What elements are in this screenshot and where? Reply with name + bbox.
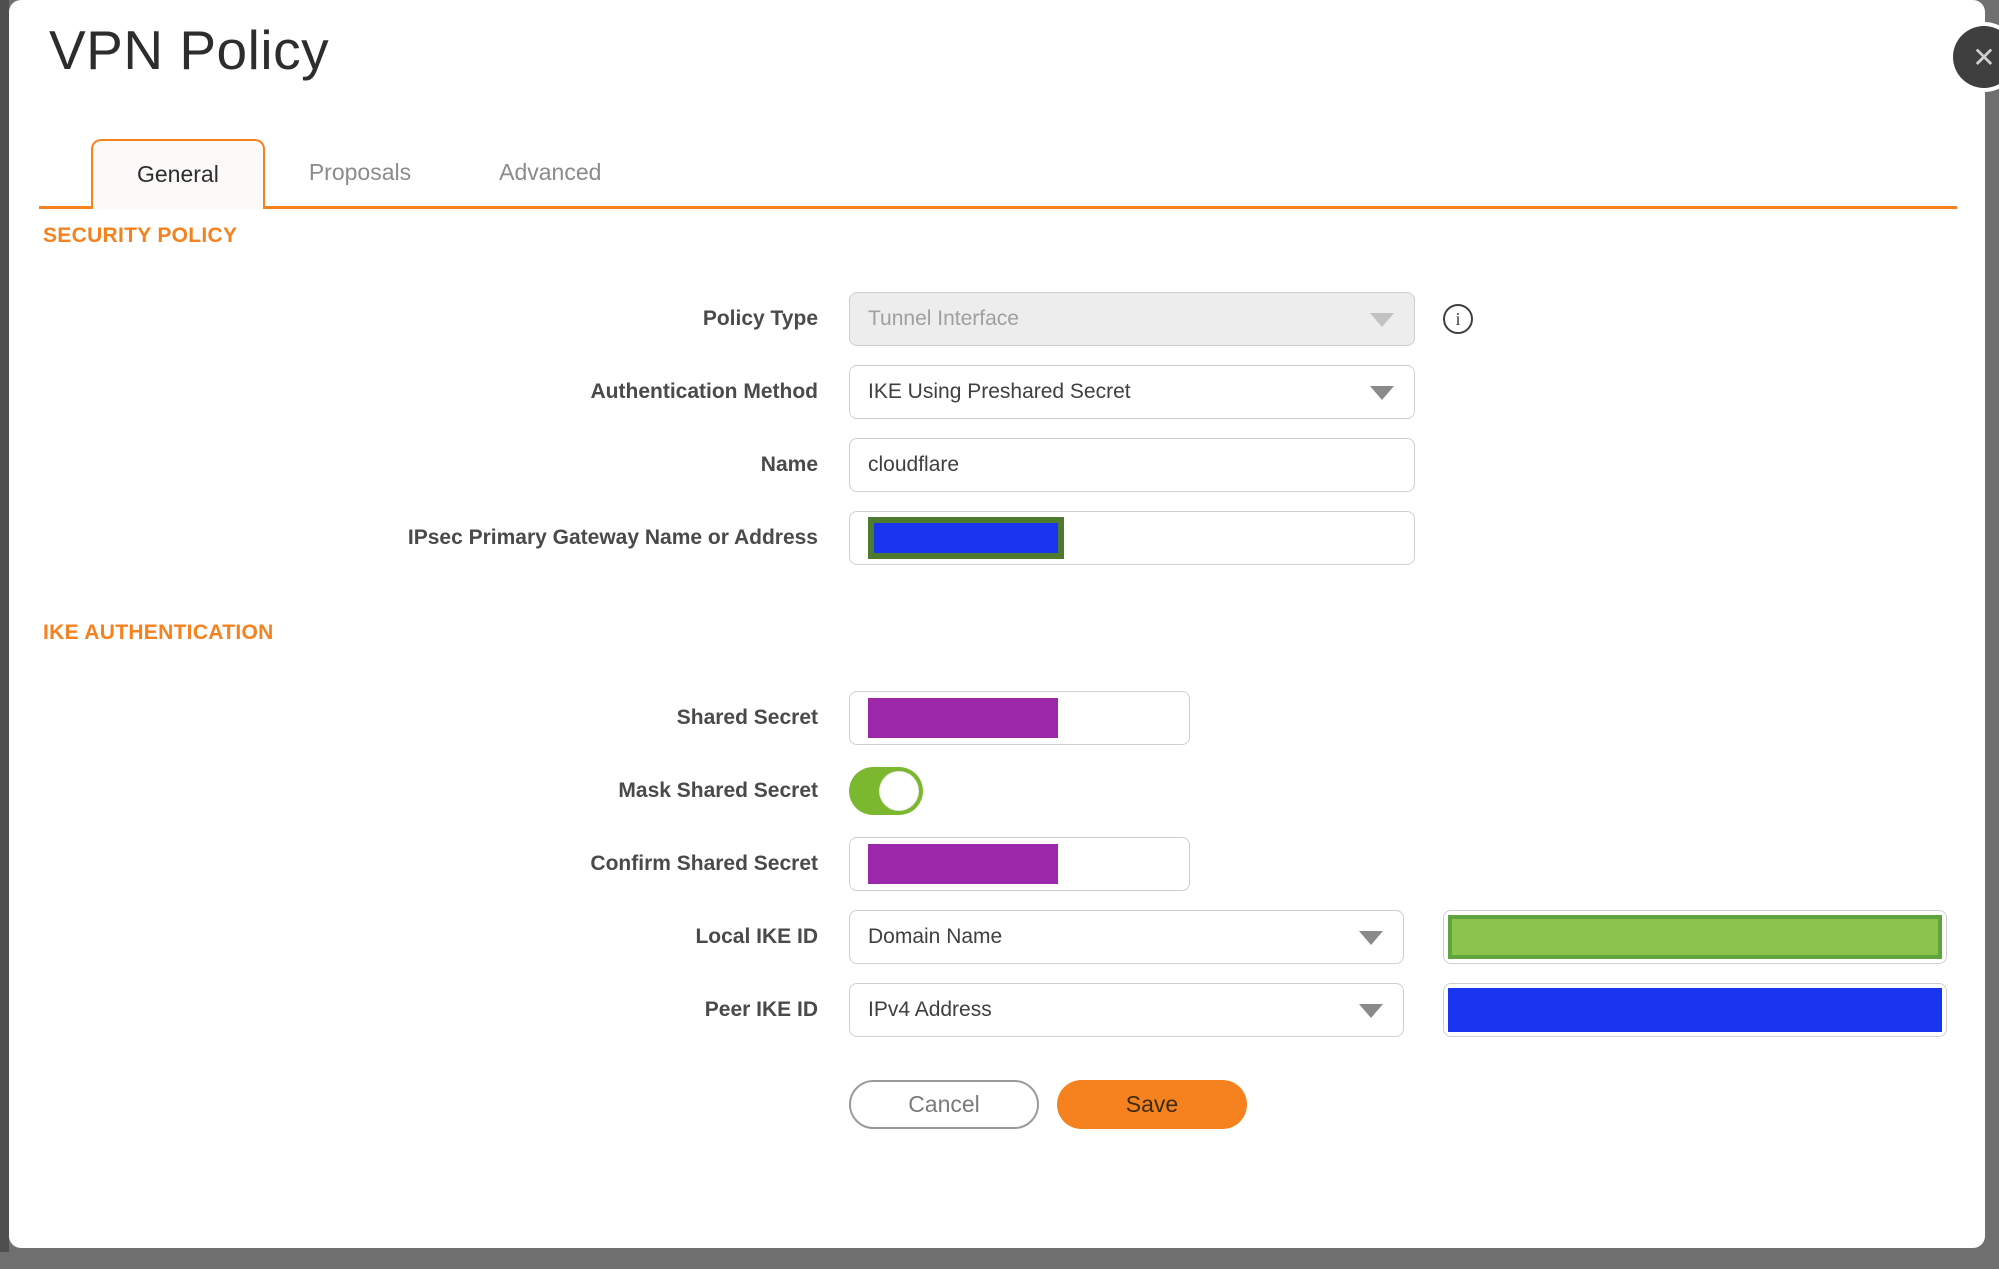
- chevron-down-icon: [1359, 931, 1383, 945]
- tab-proposals[interactable]: Proposals: [265, 139, 455, 209]
- confirm-shared-secret-label: Confirm Shared Secret: [590, 852, 818, 875]
- tab-content: SECURITY POLICY Policy Type Tunnel Inter…: [43, 224, 1953, 1129]
- authentication-method-label: Authentication Method: [590, 380, 818, 403]
- mask-shared-secret-row: Mask Shared Secret: [43, 764, 1953, 818]
- name-input[interactable]: cloudflare: [849, 438, 1415, 492]
- local-ike-id-select[interactable]: Domain Name: [849, 910, 1404, 964]
- local-ike-id-type: Domain Name: [868, 925, 1003, 948]
- peer-ike-id-row: Peer IKE ID IPv4 Address: [43, 983, 1953, 1037]
- gateway-input[interactable]: [849, 511, 1415, 565]
- authentication-method-value: IKE Using Preshared Secret: [868, 380, 1131, 403]
- confirm-shared-secret-redacted-value: [868, 844, 1058, 884]
- save-button[interactable]: Save: [1057, 1080, 1247, 1129]
- section-security-policy: SECURITY POLICY: [43, 224, 238, 247]
- policy-type-row: Policy Type Tunnel Interface i: [43, 292, 1953, 346]
- mask-shared-secret-toggle[interactable]: [849, 767, 923, 815]
- name-label: Name: [760, 453, 818, 476]
- name-value: cloudflare: [868, 453, 960, 476]
- peer-ike-id-redacted-value: [1448, 988, 1942, 1032]
- confirm-shared-secret-input[interactable]: [849, 837, 1190, 891]
- gateway-redacted-value: [868, 517, 1064, 559]
- page-title: VPN Policy: [49, 19, 330, 81]
- tab-general[interactable]: General: [91, 139, 265, 209]
- tab-bar: General Proposals Advanced: [91, 139, 645, 209]
- name-row: Name cloudflare: [43, 438, 1953, 492]
- info-icon[interactable]: i: [1443, 304, 1473, 334]
- local-ike-id-value-input[interactable]: [1443, 910, 1947, 964]
- cancel-button[interactable]: Cancel: [849, 1080, 1039, 1129]
- close-icon: ✕: [1972, 41, 1996, 73]
- gateway-label: IPsec Primary Gateway Name or Address: [407, 526, 818, 549]
- toggle-knob: [879, 771, 919, 811]
- peer-ike-id-type: IPv4 Address: [868, 998, 992, 1021]
- vpn-policy-dialog: VPN Policy ✕ General Proposals Advanced …: [9, 0, 1999, 1248]
- policy-type-select[interactable]: Tunnel Interface: [849, 292, 1415, 346]
- section-ike-authentication: IKE AUTHENTICATION: [43, 621, 274, 644]
- window-chrome-edge: [0, 0, 9, 1252]
- authentication-method-row: Authentication Method IKE Using Preshare…: [43, 365, 1953, 419]
- peer-ike-id-label: Peer IKE ID: [704, 998, 818, 1021]
- policy-type-label: Policy Type: [702, 307, 818, 330]
- peer-ike-id-select[interactable]: IPv4 Address: [849, 983, 1404, 1037]
- close-button[interactable]: ✕: [1953, 26, 1999, 88]
- chevron-down-icon: [1370, 386, 1394, 400]
- local-ike-id-row: Local IKE ID Domain Name: [43, 910, 1953, 964]
- confirm-shared-secret-row: Confirm Shared Secret: [43, 837, 1953, 891]
- gateway-row: IPsec Primary Gateway Name or Address: [43, 511, 1953, 565]
- policy-type-value: Tunnel Interface: [868, 307, 1019, 330]
- shared-secret-redacted-value: [868, 698, 1058, 738]
- authentication-method-select[interactable]: IKE Using Preshared Secret: [849, 365, 1415, 419]
- shared-secret-input[interactable]: [849, 691, 1190, 745]
- dialog-actions: Cancel Save: [849, 1080, 1953, 1129]
- chevron-down-icon: [1359, 1004, 1383, 1018]
- peer-ike-id-value-input[interactable]: [1443, 983, 1947, 1037]
- local-ike-id-redacted-value: [1448, 915, 1942, 959]
- shared-secret-row: Shared Secret: [43, 691, 1953, 745]
- mask-shared-secret-label: Mask Shared Secret: [618, 779, 818, 802]
- shared-secret-label: Shared Secret: [676, 706, 818, 729]
- local-ike-id-label: Local IKE ID: [695, 925, 818, 948]
- tab-advanced[interactable]: Advanced: [455, 139, 645, 209]
- chevron-down-icon: [1370, 313, 1394, 327]
